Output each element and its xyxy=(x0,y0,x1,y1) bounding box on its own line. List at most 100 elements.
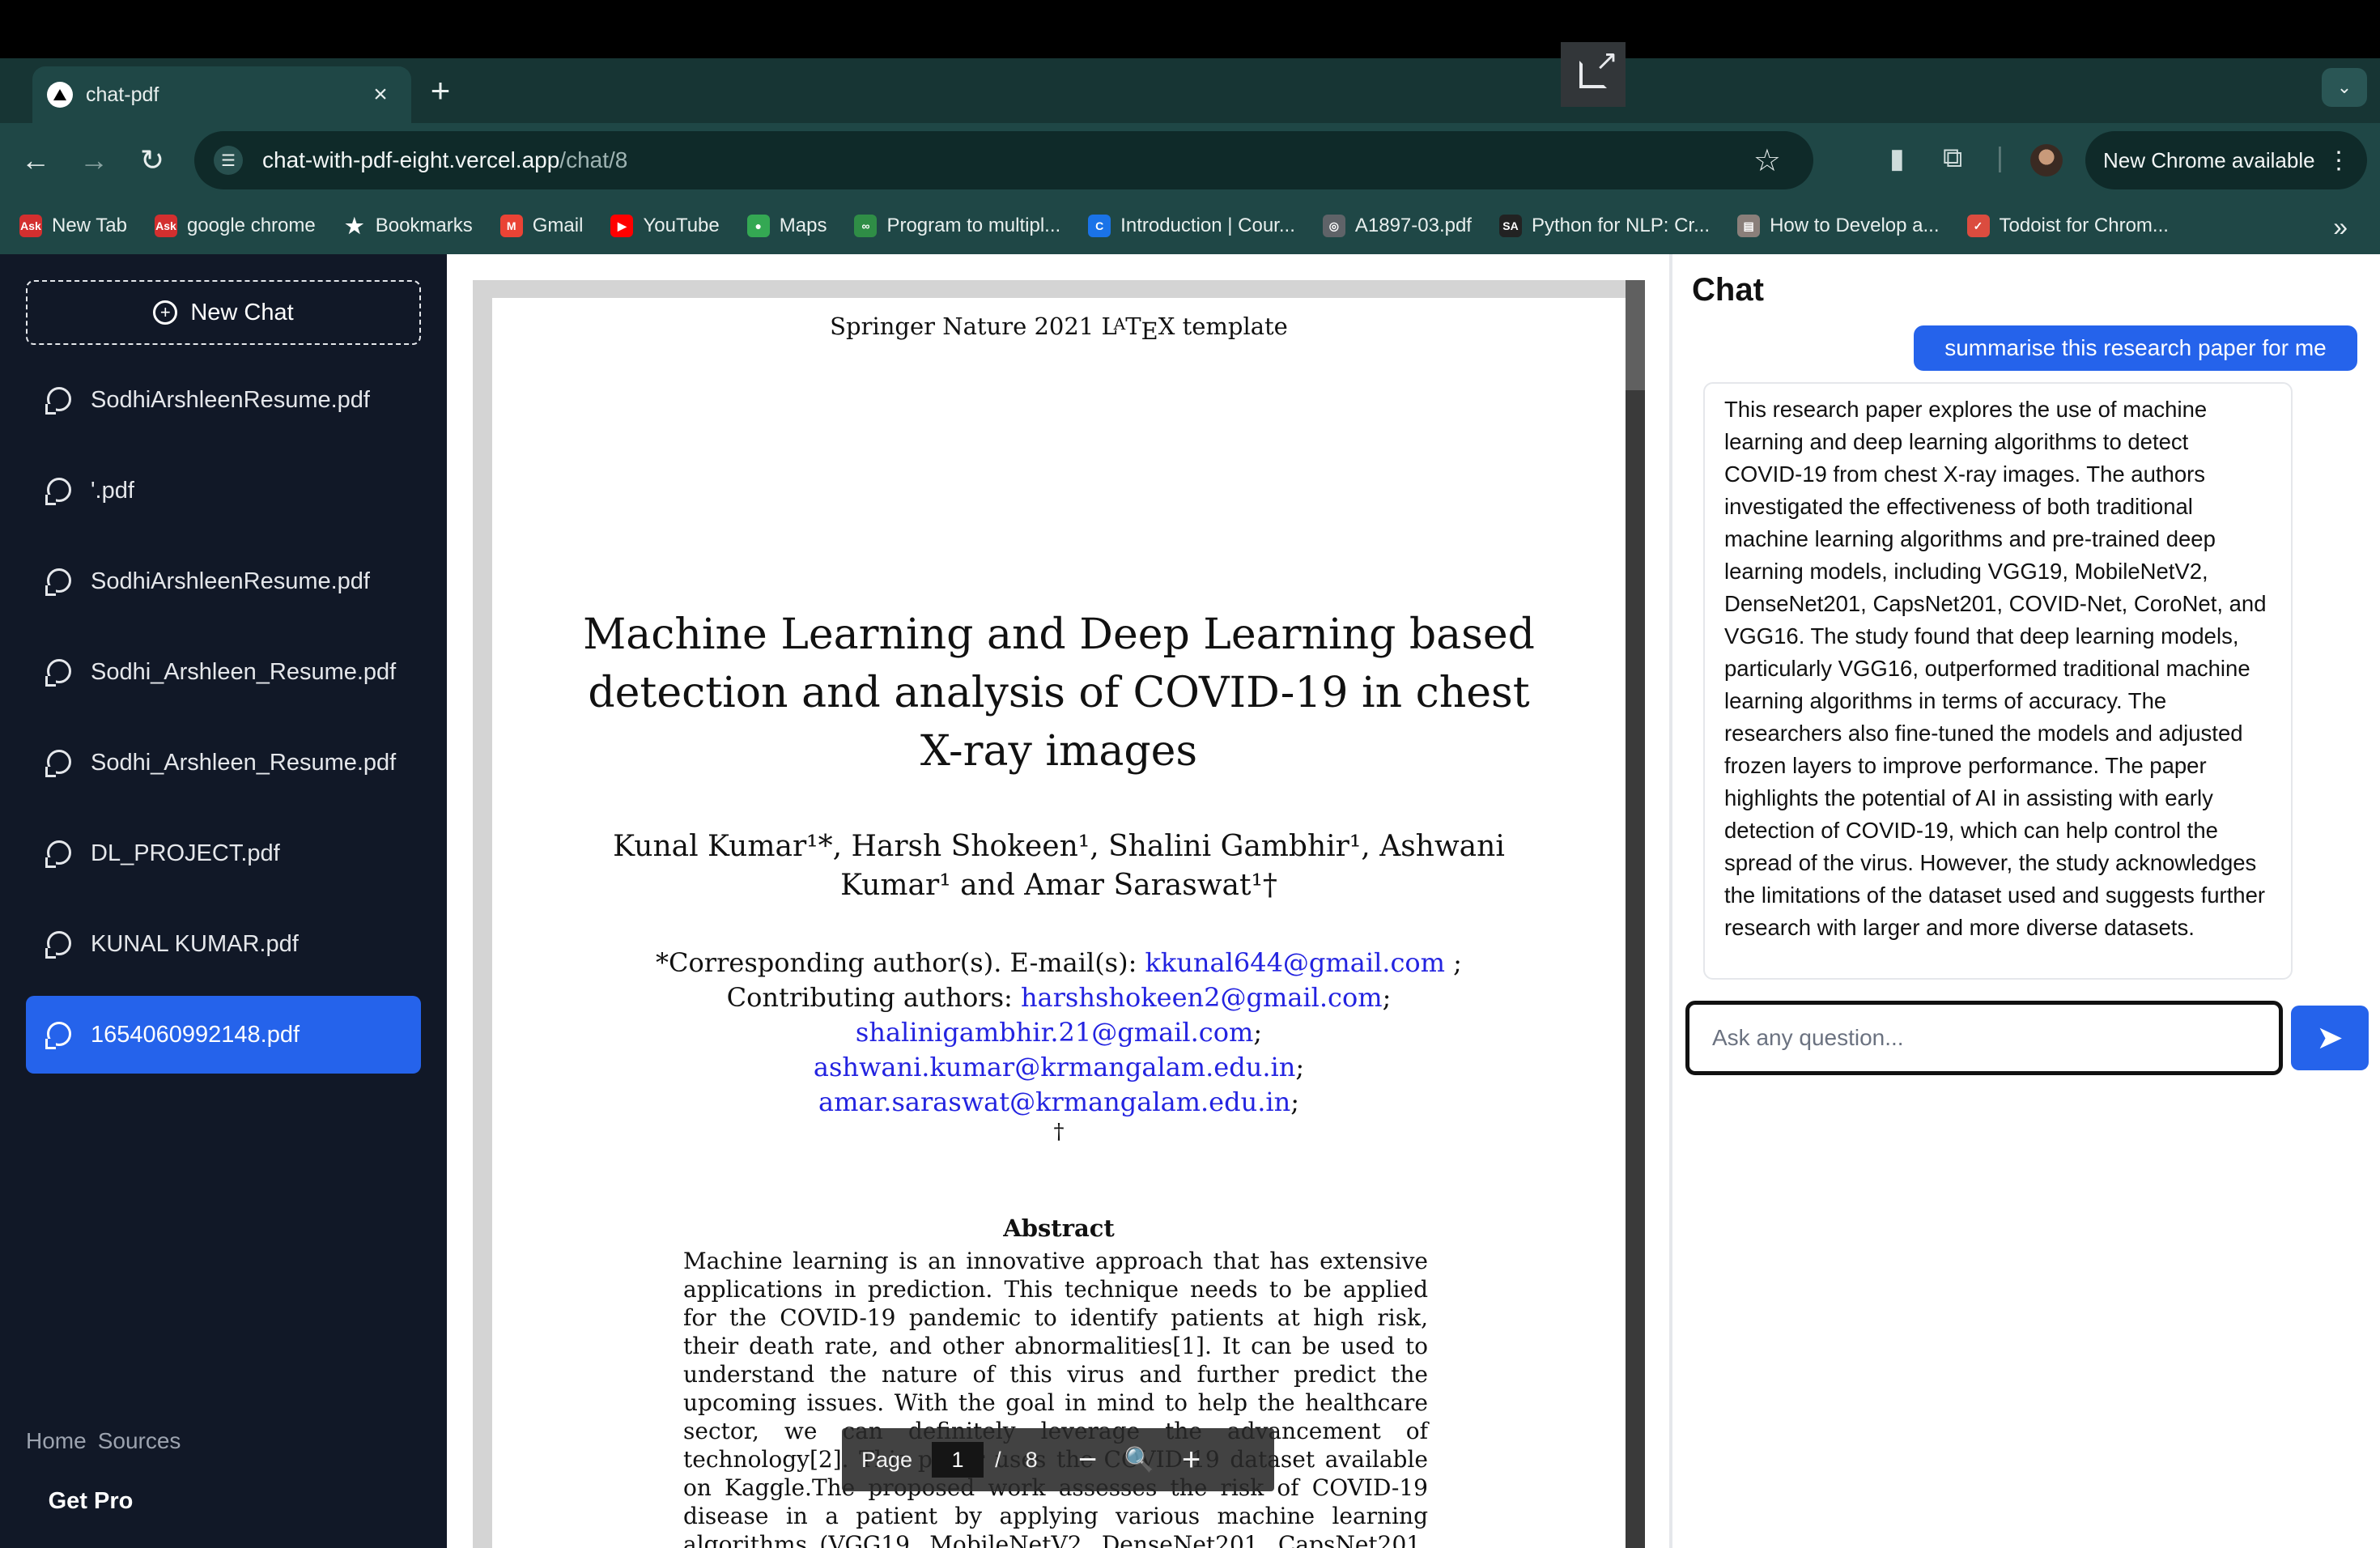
maps-icon: ● xyxy=(746,215,770,237)
bookmark-item[interactable]: M Gmail xyxy=(499,215,583,237)
dagger-mark: † xyxy=(1053,1120,1065,1144)
new-chrome-label: New Chrome available xyxy=(2103,147,2315,172)
contrib-email-link[interactable]: harshshokeen2@gmail.com xyxy=(1021,982,1383,1013)
bookmark-item[interactable]: C Introduction | Cour... xyxy=(1088,215,1295,237)
bookmark-item[interactable]: ∞ Program to multipl... xyxy=(854,215,1060,237)
chat-list-item[interactable]: SodhiArshleenResume.pdf xyxy=(26,361,421,439)
more-bookmarks-icon[interactable]: » xyxy=(2333,212,2348,242)
pdf-authors-line: Kumar¹ and Amar Saraswat¹† xyxy=(840,869,1277,902)
new-tab-button[interactable]: + xyxy=(423,73,458,108)
new-chat-button[interactable]: + New Chat xyxy=(26,280,421,345)
address-bar[interactable]: ☰ chat-with-pdf-eight.vercel.app/chat/8 … xyxy=(194,131,1813,189)
pdf-scrollbar[interactable] xyxy=(1626,280,1645,1548)
new-chrome-available-button[interactable]: New Chrome available ⋮ xyxy=(2085,131,2367,189)
pdf-scroll-thumb[interactable] xyxy=(1626,280,1645,390)
chat-list-item-label: '.pdf xyxy=(91,477,134,504)
chat-list: SodhiArshleenResume.pdf '.pdf SodhiArshlee… xyxy=(26,361,421,1087)
close-tab-icon[interactable]: × xyxy=(364,81,397,108)
profile-avatar[interactable] xyxy=(2030,144,2063,176)
ask-question-input[interactable] xyxy=(1685,1001,2283,1075)
ask-icon: Ask xyxy=(19,215,42,237)
message-circle-icon xyxy=(45,567,74,596)
chat-list-item-label: Sodhi_Arshleen_Resume.pdf xyxy=(91,749,397,776)
pdf-title-line: X-ray images xyxy=(920,727,1198,776)
vercel-favicon-icon xyxy=(47,82,73,108)
pdf-authors: Kunal Kumar¹*, Harsh Shokeen¹, Shalini G… xyxy=(492,827,1626,905)
reload-icon[interactable]: ↻ xyxy=(133,141,172,180)
bookmark-label: Python for NLP: Cr... xyxy=(1531,215,1711,236)
page-number-input[interactable]: 1 xyxy=(932,1442,984,1478)
contrib-email-link[interactable]: shalinigambhir.21@gmail.com xyxy=(856,1017,1253,1048)
corr-suffix: ; xyxy=(1445,947,1462,978)
pdf-viewer[interactable]: Springer Nature 2021 LATEX template Mach… xyxy=(473,280,1645,1548)
bookmark-star-icon[interactable]: ☆ xyxy=(1753,142,1781,179)
chat-list-item-label: KUNAL KUMAR.pdf xyxy=(91,930,299,957)
plus-circle-icon: + xyxy=(153,300,178,325)
bookmark-item[interactable]: ★ Bookmarks xyxy=(343,213,473,238)
abstract-heading: Abstract xyxy=(1003,1214,1115,1242)
page-label: Page xyxy=(861,1447,913,1472)
pdf-page: Springer Nature 2021 LATEX template Mach… xyxy=(492,298,1626,1548)
zoom-magnifier-icon: 🔍 xyxy=(1124,1446,1155,1474)
forward-arrow-icon[interactable]: → xyxy=(74,141,113,180)
coursera-icon: C xyxy=(1088,215,1111,237)
page-separator: / xyxy=(995,1447,1001,1472)
contrib-email-link[interactable]: ashwani.kumar@krmangalam.edu.in xyxy=(814,1052,1295,1082)
corr-email-link[interactable]: kkunal644@gmail.com xyxy=(1145,947,1445,978)
youtube-icon: ▶ xyxy=(610,215,634,237)
star-icon: ★ xyxy=(345,213,364,238)
extension-icon[interactable]: ▮ xyxy=(1889,142,1905,175)
message-circle-icon xyxy=(45,748,74,777)
home-link[interactable]: Home xyxy=(26,1428,87,1453)
chat-list-item[interactable]: SodhiArshleenResume.pdf xyxy=(26,542,421,620)
bookmark-item[interactable]: ✓ Todoist for Chrom... xyxy=(1966,215,2169,237)
chat-list-item[interactable]: '.pdf xyxy=(26,452,421,529)
puzzle-extensions-icon[interactable]: ⧉ xyxy=(1943,142,1962,174)
bookmark-item[interactable]: ▶ YouTube xyxy=(610,215,720,237)
browser-tab[interactable]: chat-pdf × xyxy=(32,66,411,123)
get-pro-button[interactable]: Get Pro xyxy=(26,1472,155,1530)
bookmark-item[interactable]: ▤ How to Develop a... xyxy=(1737,215,1940,237)
bookmark-label: YouTube xyxy=(643,215,720,236)
chat-list-item[interactable]: KUNAL KUMAR.pdf xyxy=(26,905,421,983)
kebab-menu-icon[interactable]: ⋮ xyxy=(2327,147,2351,175)
total-pages: 8 xyxy=(1025,1447,1038,1472)
back-arrow-icon[interactable]: ← xyxy=(16,141,55,180)
page-icon: ▤ xyxy=(1737,215,1761,237)
bookmark-label: Program to multipl... xyxy=(886,215,1061,236)
zoom-out-icon[interactable]: − xyxy=(1070,1442,1106,1478)
pdf-title-line: Machine Learning and Deep Learning based xyxy=(583,610,1535,659)
sources-link[interactable]: Sources xyxy=(98,1428,181,1453)
chat-list-item[interactable]: 1654060992148.pdf xyxy=(26,996,421,1074)
chat-list-item[interactable]: Sodhi_Arshleen_Resume.pdf xyxy=(26,724,421,802)
contrib-email-link[interactable]: amar.saraswat@krmangalam.edu.in xyxy=(818,1087,1290,1117)
send-button[interactable]: ➤ xyxy=(2291,1006,2369,1070)
bookmark-item[interactable]: Ask New Tab xyxy=(19,215,127,237)
bookmark-item[interactable]: Ask google chrome xyxy=(154,215,316,237)
chat-list-item[interactable]: Sodhi_Arshleen_Resume.pdf xyxy=(26,633,421,711)
gfg-icon: ∞ xyxy=(854,215,878,237)
bookmark-label: Todoist for Chrom... xyxy=(1999,215,2169,236)
sidebar-footer-links: Home Sources xyxy=(26,1428,192,1454)
pdf-title: Machine Learning and Deep Learning based… xyxy=(492,606,1626,780)
assistant-message: This research paper explores the use of … xyxy=(1703,382,2293,980)
chat-list-item-label: DL_PROJECT.pdf xyxy=(91,840,280,866)
message-circle-icon xyxy=(45,657,74,687)
tab-strip: chat-pdf × + ⌄ xyxy=(0,58,2380,123)
corr-prefix: *Corresponding author(s). E-mail(s): xyxy=(656,947,1145,978)
chat-list-item[interactable]: DL_PROJECT.pdf xyxy=(26,814,421,892)
pdf-title-line: detection and analysis of COVID-19 in ch… xyxy=(588,669,1530,717)
open-in-new-window-button[interactable] xyxy=(1561,42,1626,107)
bookmark-item[interactable]: SA Python for NLP: Cr... xyxy=(1498,215,1711,237)
bookmark-item[interactable]: ● Maps xyxy=(746,215,827,237)
todoist-icon: ✓ xyxy=(1966,215,1990,237)
site-info-icon[interactable]: ☰ xyxy=(214,146,243,175)
pdf-page-navigation: Page 1 / 8 − 🔍 + xyxy=(842,1428,1274,1491)
zoom-in-icon[interactable]: + xyxy=(1174,1442,1209,1478)
message-circle-icon xyxy=(45,385,74,415)
chat-list-item-label: SodhiArshleenResume.pdf xyxy=(91,386,370,413)
globe-icon: ◎ xyxy=(1322,215,1345,237)
message-circle-icon xyxy=(45,1020,74,1049)
bookmark-item[interactable]: ◎ A1897-03.pdf xyxy=(1322,215,1472,237)
tab-search-button[interactable]: ⌄ xyxy=(2322,68,2367,107)
